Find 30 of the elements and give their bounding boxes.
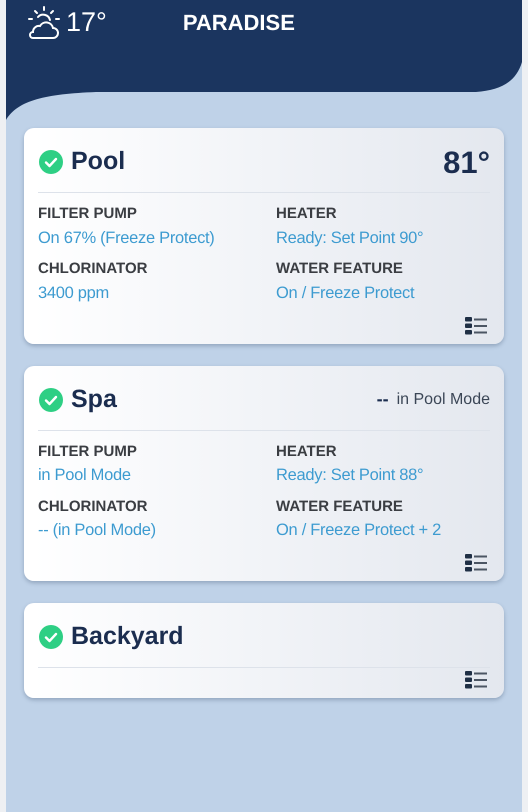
field-value: Ready: Set Point 88°: [276, 465, 424, 486]
field-value: in Pool Mode: [38, 465, 132, 486]
list-icon[interactable]: [464, 553, 488, 573]
body-title: Spa: [71, 384, 117, 415]
field-label: WATER FEATURE: [276, 496, 404, 517]
mode-note: in Pool Mode: [396, 390, 490, 410]
field-label: CHLORINATOR: [38, 259, 148, 280]
field-label: HEATER: [276, 204, 338, 224]
water-temperature: 81°: [443, 146, 490, 178]
location-title: PARADISE: [182, 9, 295, 37]
field-label: FILTER PUMP: [38, 204, 138, 224]
body-card[interactable]: Backyard: [24, 603, 504, 698]
body-title: Pool: [71, 146, 126, 178]
list-icon[interactable]: [464, 316, 488, 336]
field-label: HEATER: [276, 442, 338, 462]
field-value: On 67% (Freeze Protect): [38, 228, 216, 248]
field-value: On / Freeze Protect: [276, 282, 416, 304]
field-label: CHLORINATOR: [38, 496, 148, 517]
field-label: WATER FEATURE: [276, 259, 404, 280]
field-value: On / Freeze Protect + 2: [276, 520, 442, 542]
field-value: -- (in Pool Mode): [38, 520, 157, 542]
body-title: Backyard: [71, 621, 184, 652]
body-card[interactable]: Pool 81° FILTER PUMP On 67% (Freeze Protect) HEATER Ready: Set Point 90° CHLORINATOR 3400 ppm WATER FEATURE On / Freeze Protect: [24, 128, 504, 344]
outdoor-temperature: 17°: [66, 6, 107, 40]
temperature-placeholder: --: [376, 388, 389, 411]
field-label: FILTER PUMP: [38, 442, 138, 462]
list-icon[interactable]: [464, 670, 488, 690]
field-value: Ready: Set Point 90°: [276, 228, 424, 248]
field-value: 3400 ppm: [38, 282, 110, 304]
body-card[interactable]: Spa -- in Pool Mode FILTER PUMP in Pool Mode HEATER Ready: Set Point 88° CHLORINATOR -- (in Pool Mode) WATER FEATURE On / Freeze Protect + 2: [24, 366, 504, 581]
